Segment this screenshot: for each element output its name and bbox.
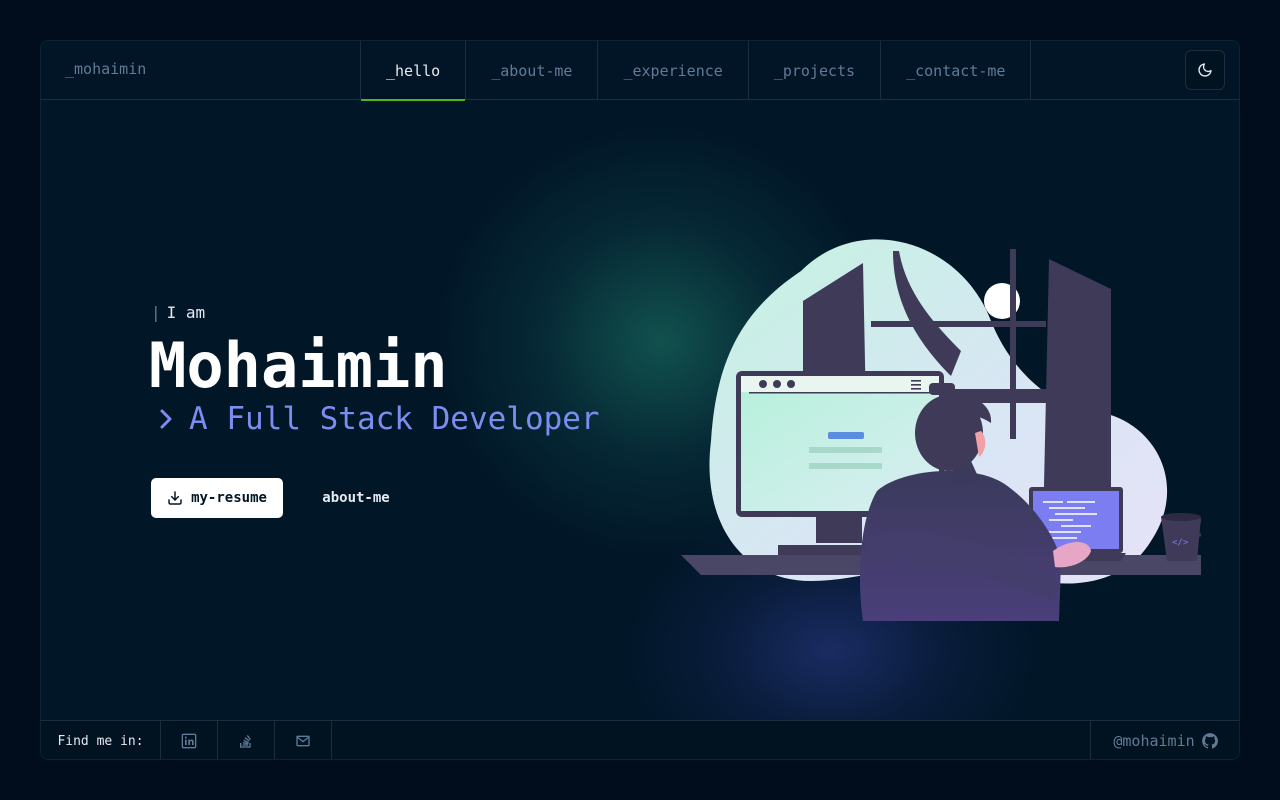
download-resume-button[interactable]: my-resume bbox=[151, 478, 283, 518]
stackoverflow-icon bbox=[240, 734, 251, 748]
tab-label: _contact-me bbox=[906, 61, 1006, 80]
linkedin-link[interactable] bbox=[161, 721, 218, 759]
app-window: _mohaimin _hello _about-me _experience _… bbox=[40, 40, 1240, 760]
top-nav: _mohaimin _hello _about-me _experience _… bbox=[41, 41, 1239, 101]
hero-role: A Full Stack Developer bbox=[157, 401, 600, 437]
footer-bar: Find me in: @mohaimin bbox=[41, 720, 1239, 759]
developer-illustration: </> bbox=[681, 239, 1201, 621]
intro-text: | I am bbox=[151, 303, 206, 322]
mail-link[interactable] bbox=[275, 721, 332, 759]
hero-name: Mohaimin bbox=[149, 329, 448, 402]
mail-icon bbox=[296, 735, 310, 747]
stackoverflow-link[interactable] bbox=[218, 721, 275, 759]
tab-contact-me[interactable]: _contact-me bbox=[881, 41, 1032, 100]
chevron-right-icon bbox=[157, 407, 175, 431]
about-me-button[interactable]: about-me bbox=[303, 478, 409, 518]
site-brand[interactable]: _mohaimin bbox=[65, 60, 146, 78]
tab-experience[interactable]: _experience bbox=[598, 41, 749, 100]
moon-icon bbox=[1198, 63, 1212, 77]
find-me-label: Find me in: bbox=[41, 721, 161, 759]
resume-button-label: my-resume bbox=[191, 490, 267, 506]
svg-text:</>: </> bbox=[1172, 538, 1189, 548]
linkedin-icon bbox=[181, 733, 197, 749]
intro-label: I am bbox=[166, 303, 206, 322]
role-label: A Full Stack Developer bbox=[189, 401, 600, 437]
tab-label: _projects bbox=[773, 61, 856, 80]
theme-toggle-button[interactable] bbox=[1185, 50, 1225, 90]
github-link[interactable]: @mohaimin bbox=[1090, 721, 1239, 759]
tab-hello[interactable]: _hello bbox=[360, 41, 467, 101]
tab-label: _about-me bbox=[491, 61, 573, 80]
github-icon bbox=[1201, 733, 1218, 749]
nav-tabs: _hello _about-me _experience _projects _… bbox=[360, 41, 1032, 101]
tab-projects[interactable]: _projects bbox=[749, 41, 882, 100]
download-icon bbox=[168, 491, 182, 505]
tab-label: _experience bbox=[623, 61, 723, 80]
tab-about-me[interactable]: _about-me bbox=[466, 41, 599, 100]
github-handle: @mohaimin bbox=[1113, 732, 1195, 750]
tab-label: _hello bbox=[386, 61, 441, 80]
